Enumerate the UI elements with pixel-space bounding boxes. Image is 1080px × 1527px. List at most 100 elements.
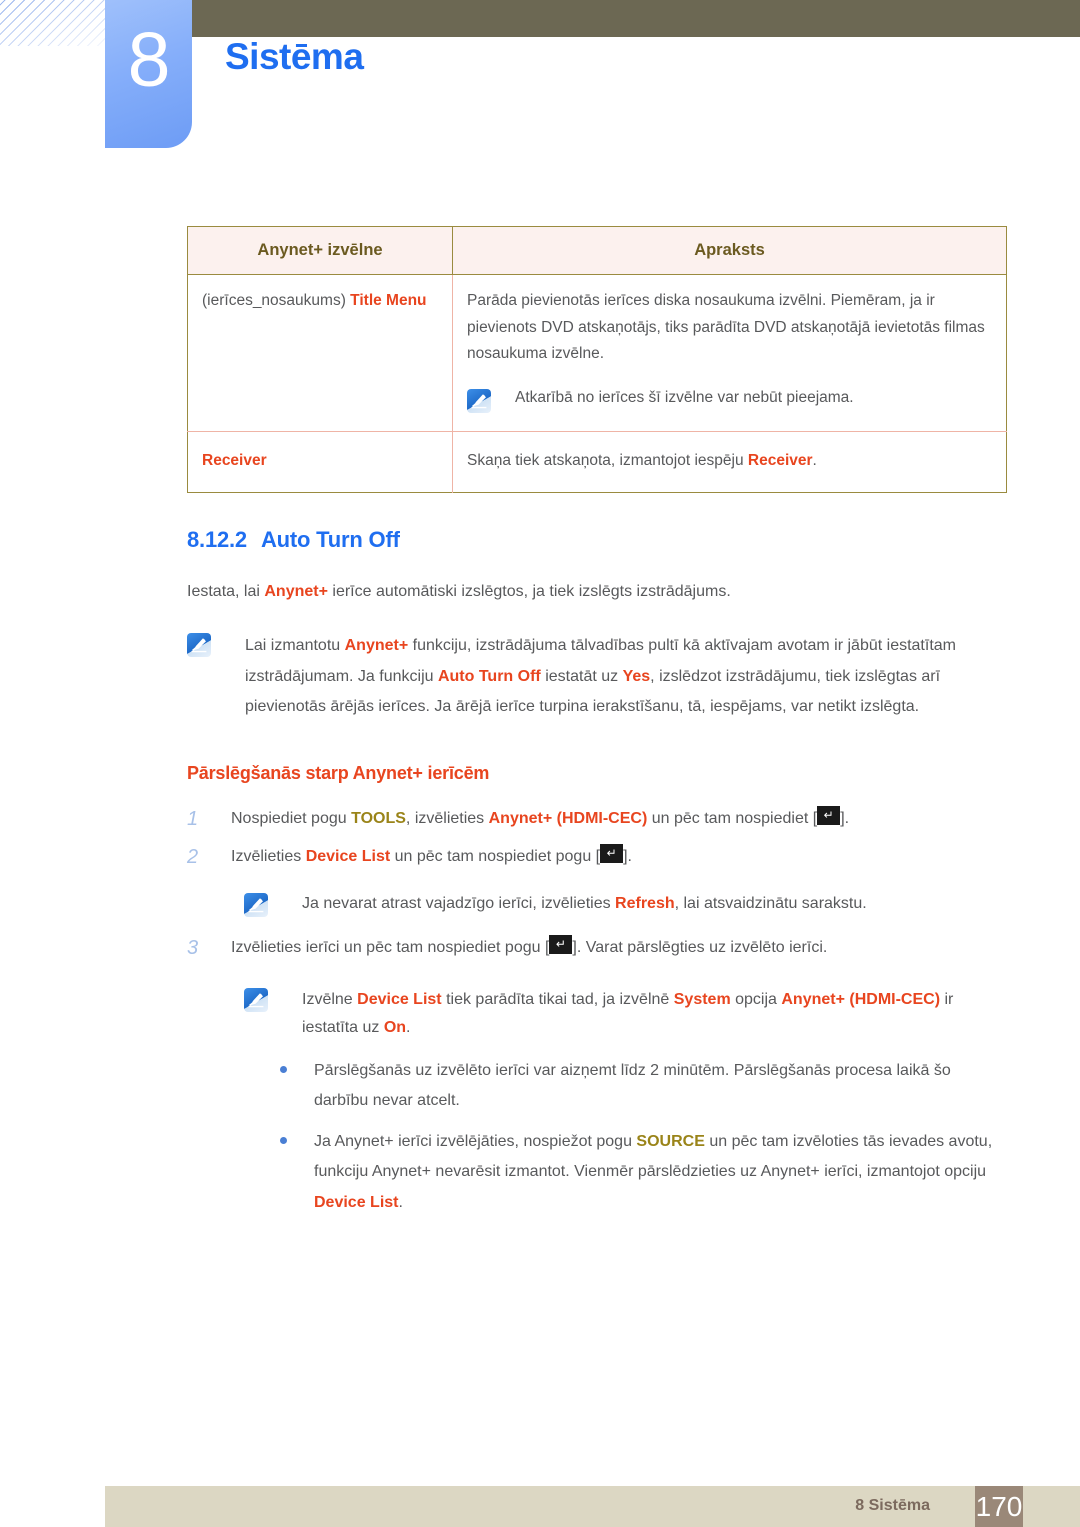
section-intro-paragraph: Iestata, lai Anynet+ ierīce automātiski … xyxy=(187,579,1007,605)
cell-menu-title-menu: (ierīces_nosaukums) Title Menu xyxy=(187,274,453,432)
note-icon-wrap xyxy=(244,986,302,1013)
step-number: 3 xyxy=(187,937,199,960)
bullet-dot-icon xyxy=(280,1136,287,1144)
final-note: Izvēlne Device List tiek parādīta tikai … xyxy=(244,986,1007,1042)
note-pen-icon xyxy=(244,893,268,918)
menu-prefix: (ierīces_nosaukums) xyxy=(202,292,351,309)
column-header-menu: Anynet+ izvēlne xyxy=(187,226,453,275)
table-row: (ierīces_nosaukums) Title Menu Parāda pi… xyxy=(187,274,1007,432)
bullet-marker-wrap xyxy=(280,1056,314,1074)
bullet-text: Ja Anynet+ ierīci izvēlējāties, nospiežo… xyxy=(314,1127,1007,1218)
note-t2: Auto Turn Off xyxy=(437,667,541,685)
step-text: Izvēlieties Device List un pēc tam nospi… xyxy=(231,844,632,869)
step2-s2: un pēc tam nospiediet pogu [ xyxy=(390,848,601,866)
column-header-description: Apraksts xyxy=(452,226,1007,275)
step2-s1: Izvēlieties xyxy=(231,848,306,866)
s2note-s1: Ja nevarat atrast vajadzīgo ierīci, izvē… xyxy=(302,895,616,913)
enter-key-glyph: ↵ xyxy=(551,937,571,953)
desc-term: Receiver xyxy=(747,451,813,469)
section-heading: 8.12.2 Auto Turn Off xyxy=(187,527,1007,553)
b2-s3: . xyxy=(398,1193,403,1211)
menu-term: Receiver xyxy=(202,451,267,469)
bullets-wrapper: Pārslēgšanās uz izvēlēto ierīci var aizņ… xyxy=(280,1056,1007,1218)
header-band xyxy=(192,0,1080,37)
step1-s4: ]. xyxy=(840,810,850,828)
section-number: 8.12.2 xyxy=(187,527,247,553)
enter-key-glyph: ↵ xyxy=(819,808,839,824)
desc-post: . xyxy=(812,451,817,469)
step1-t1: TOOLS xyxy=(351,810,406,828)
step-text: Nospiediet pogu TOOLS, izvēlieties Anyne… xyxy=(231,806,849,831)
step2-s3: ]. xyxy=(623,848,632,866)
fnote-s2: tiek parādīta tikai tad, ja izvēlnē xyxy=(441,991,674,1009)
steps-list: 1 Nospiediet pogu TOOLS, izvēlieties Any… xyxy=(187,806,1007,871)
note-icon-wrap xyxy=(187,631,245,657)
desc-pre: Skaņa tiek atskaņota, izmantojot iespēju xyxy=(467,451,748,469)
note-t1: Anynet+ xyxy=(344,636,409,654)
step2-note-text: Ja nevarat atrast vajadzīgo ierīci, izvē… xyxy=(302,891,867,917)
step1-s2: , izvēlieties xyxy=(405,810,489,828)
table-row: Receiver Skaņa tiek atskaņota, izmantojo… xyxy=(187,431,1007,493)
fnote-t3: Anynet+ (HDMI-CEC) xyxy=(781,991,941,1009)
step-item-3: 3 Izvēlieties ierīci un pēc tam nospiedi… xyxy=(187,935,1007,962)
bullet-marker-wrap xyxy=(280,1127,314,1144)
section-title: Auto Turn Off xyxy=(260,527,400,553)
step3-s1: Izvēlieties ierīci un pēc tam nospiediet… xyxy=(231,939,550,957)
step1-s1: Nospiediet pogu xyxy=(231,810,352,828)
fnote-s5: . xyxy=(406,1019,411,1037)
table-header-row: Anynet+ izvēlne Apraksts xyxy=(187,226,1007,275)
fnote-s3: opcija xyxy=(730,991,782,1009)
enter-key-icon: ↵ xyxy=(600,844,624,864)
subsection-heading: Pārslēgšanās starp Anynet+ ierīcēm xyxy=(187,763,490,784)
note-s1: Lai izmantotu xyxy=(245,636,345,654)
step-item-1: 1 Nospiediet pogu TOOLS, izvēlieties Any… xyxy=(187,806,1007,833)
section-note: Lai izmantotu Anynet+ funkciju, izstrādā… xyxy=(187,631,1007,723)
note-icon-wrap xyxy=(244,891,302,918)
intro-pre: Iestata, lai xyxy=(187,583,265,601)
fnote-t1: Device List xyxy=(357,991,442,1009)
table-note: Atkarībā no ierīces šī izvēlne var nebūt… xyxy=(467,386,992,415)
section-note-text: Lai izmantotu Anynet+ funkciju, izstrādā… xyxy=(245,631,1007,723)
cell-description-receiver: Skaņa tiek atskaņota, izmantojot iespēju… xyxy=(453,431,1007,493)
bullet-list: Pārslēgšanās uz izvēlēto ierīci var aizņ… xyxy=(280,1056,1007,1218)
bullet-text: Pārslēgšanās uz izvēlēto ierīci var aizņ… xyxy=(314,1062,951,1110)
note-icon-wrap xyxy=(467,386,515,415)
fnote-s1: Izvēlne xyxy=(302,991,358,1009)
hatch-decoration xyxy=(0,0,108,46)
menu-term: Title Menu xyxy=(350,292,427,309)
enter-key-icon: ↵ xyxy=(549,935,573,955)
cell-description-title-menu: Parāda pievienotās ierīces diska nosauku… xyxy=(452,274,1007,432)
step2-note: Ja nevarat atrast vajadzīgo ierīci, izvē… xyxy=(244,891,1007,918)
b2-s1: Ja Anynet+ ierīci izvēlējāties, nospiežo… xyxy=(314,1132,637,1150)
step-number: 1 xyxy=(187,808,199,831)
b2-t1: SOURCE xyxy=(636,1132,705,1150)
enter-key-icon: ↵ xyxy=(817,806,841,826)
step-number: 2 xyxy=(187,846,199,869)
s2note-t1: Refresh xyxy=(615,895,675,913)
note-pen-icon xyxy=(244,988,268,1013)
chapter-title: Sistēma xyxy=(225,36,364,77)
step-item-2: 2 Izvēlieties Device List un pēc tam nos… xyxy=(187,844,1007,871)
page-content: Anynet+ izvēlne Apraksts (ierīces_nosauk… xyxy=(187,226,1007,1228)
list-item: Ja Anynet+ ierīci izvēlējāties, nospiežo… xyxy=(280,1127,1007,1218)
intro-post: ierīce automātiski izslēgtos, ja tiek iz… xyxy=(327,583,731,601)
enter-key-glyph: ↵ xyxy=(602,846,622,862)
note-s3: iestatāt uz xyxy=(540,667,623,685)
step1-t2: Anynet+ (HDMI-CEC) xyxy=(488,810,648,828)
list-item: Pārslēgšanās uz izvēlēto ierīci var aizņ… xyxy=(280,1056,1007,1117)
steps-list-continued: 3 Izvēlieties ierīci un pēc tam nospiedi… xyxy=(187,935,1007,962)
intro-term: Anynet+ xyxy=(264,583,328,601)
anynet-menu-table: Anynet+ izvēlne Apraksts (ierīces_nosauk… xyxy=(187,226,1007,494)
step2-t1: Device List xyxy=(305,848,391,866)
s2note-s2: , lai atsvaidzinātu sarakstu. xyxy=(674,895,867,913)
fnote-t2: System xyxy=(673,991,731,1009)
bullet-dot-icon xyxy=(280,1066,287,1074)
fnote-t4: On xyxy=(383,1019,407,1037)
step1-s3: un pēc tam nospiediet [ xyxy=(647,810,818,828)
note-pen-icon xyxy=(467,388,491,413)
b2-t2: Device List xyxy=(314,1193,399,1211)
cell-menu-receiver: Receiver xyxy=(187,431,453,493)
final-note-text: Izvēlne Device List tiek parādīta tikai … xyxy=(302,986,1002,1042)
note-t3: Yes xyxy=(622,667,651,685)
step-text: Izvēlieties ierīci un pēc tam nospiediet… xyxy=(231,935,827,960)
